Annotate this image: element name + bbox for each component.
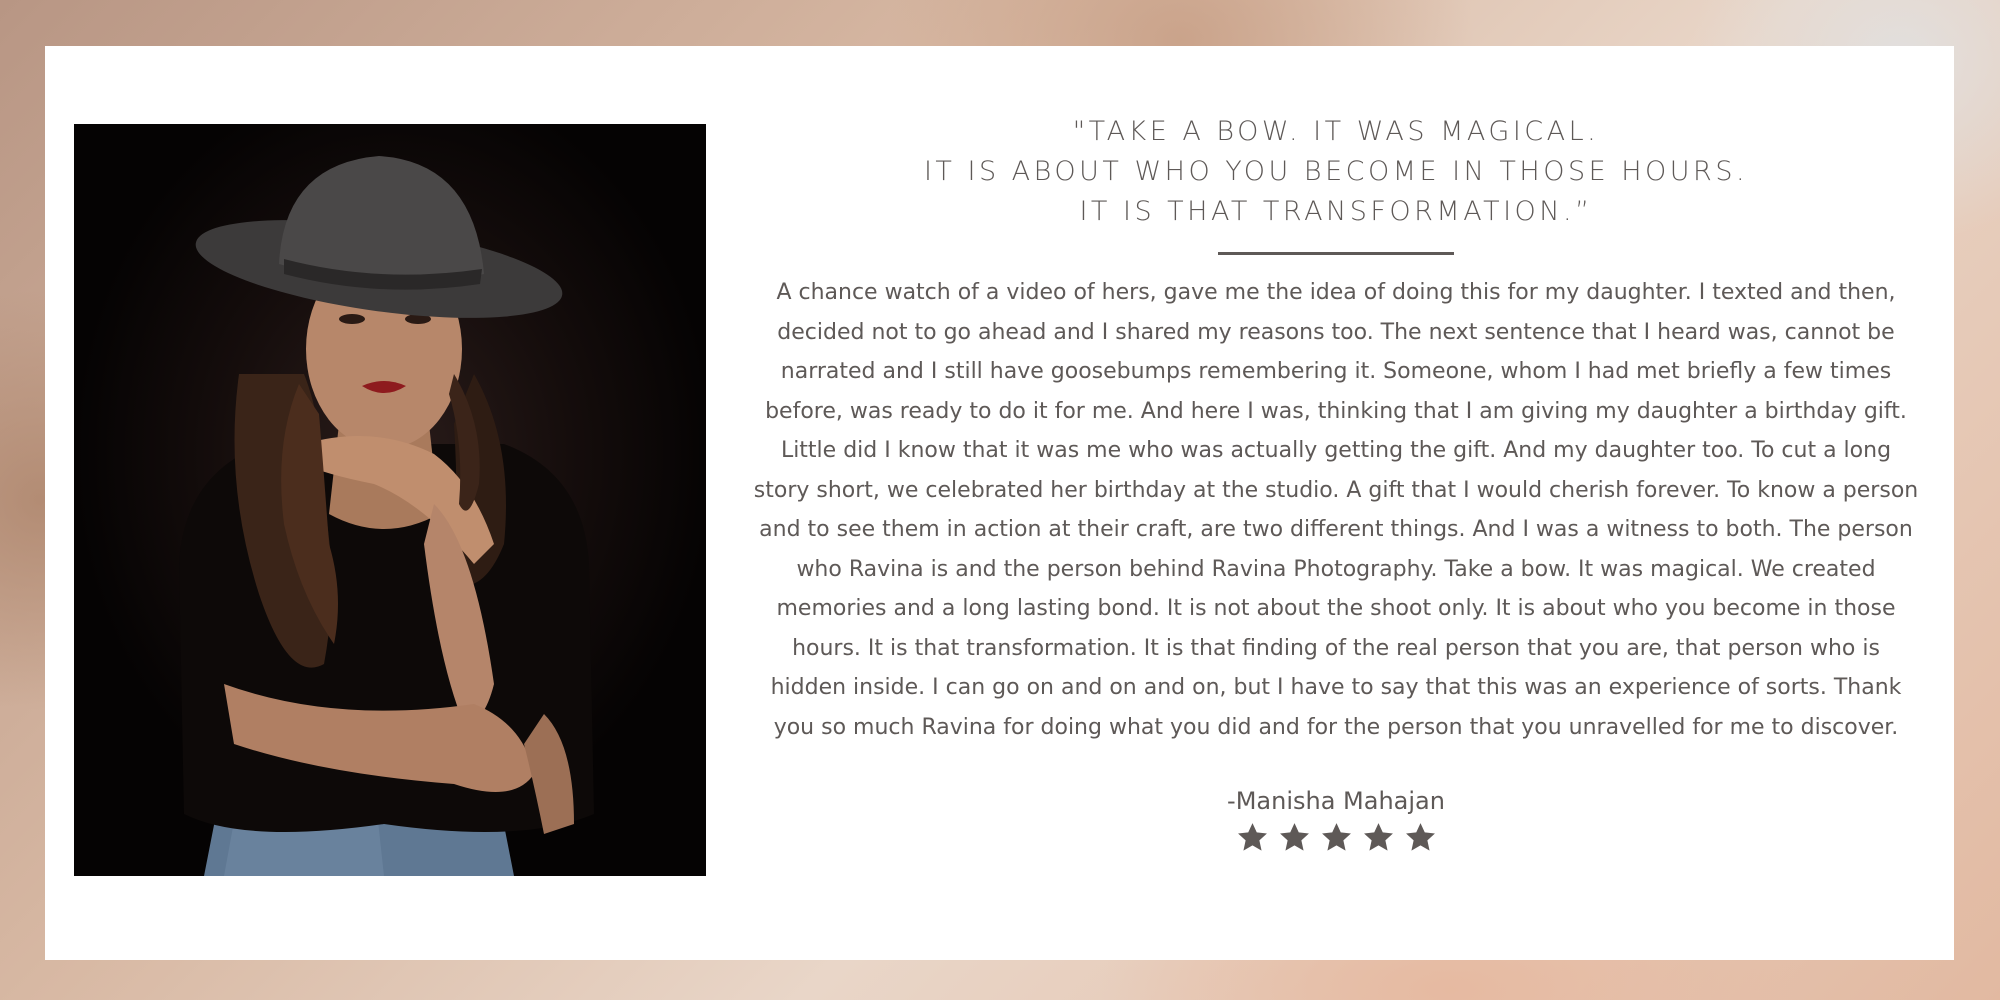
headline-line-2: IT IS ABOUT WHO YOU BECOME IN THOSE HOUR… [923,156,1749,187]
headline-line-1: "TAKE A BOW. IT WAS MAGICAL. [1072,116,1600,147]
star-icon [1405,823,1435,851]
testimonial-card: "TAKE A BOW. IT WAS MAGICAL. IT IS ABOUT… [45,46,1954,960]
star-icon [1279,823,1309,851]
star-rating [752,821,1920,854]
star-icon [1363,823,1393,851]
testimonial-content: "TAKE A BOW. IT WAS MAGICAL. IT IS ABOUT… [752,112,1920,854]
testimonial-headline: "TAKE A BOW. IT WAS MAGICAL. IT IS ABOUT… [752,112,1920,232]
testimonial-photo [74,124,706,876]
portrait-image [179,156,594,876]
headline-divider [1218,252,1454,255]
star-icon [1321,823,1351,851]
star-icon [1237,823,1267,851]
headline-line-3: IT IS THAT TRANSFORMATION.” [1079,196,1593,227]
testimonial-author: -Manisha Mahajan [1227,787,1445,815]
testimonial-body: A chance watch of a video of hers, gave … [753,280,1919,740]
